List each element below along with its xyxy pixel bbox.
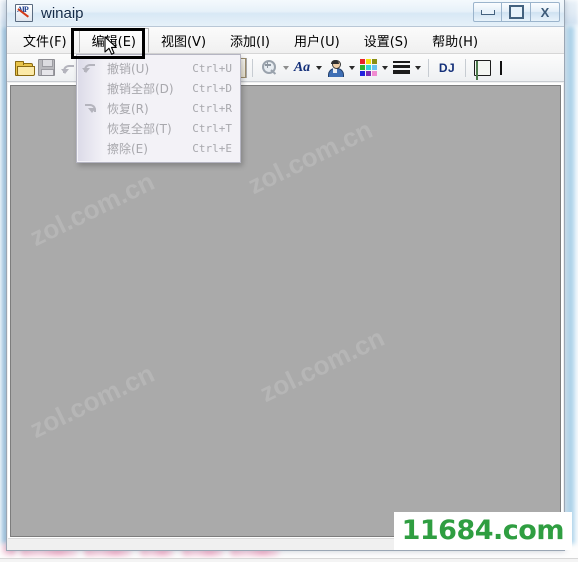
minimize-icon bbox=[480, 9, 495, 15]
menu-item-redo[interactable]: 恢复(R) Ctrl+R bbox=[77, 98, 240, 118]
chevron-down-icon bbox=[315, 65, 322, 70]
color-swatch-4 bbox=[365, 65, 371, 70]
menu-view[interactable]: 视图(V) bbox=[149, 27, 218, 53]
menu-item-shortcut: Ctrl+U bbox=[192, 61, 232, 75]
line-thickness-button[interactable] bbox=[390, 57, 412, 79]
menu-edit[interactable]: 编辑(E) bbox=[78, 28, 149, 53]
menu-item-shortcut: Ctrl+E bbox=[192, 141, 232, 155]
color-picker-button[interactable] bbox=[357, 57, 379, 79]
menu-item-label: 恢复全部(T) bbox=[107, 121, 172, 136]
toolbar-separator-3 bbox=[428, 58, 429, 77]
font-aa-icon: Aa bbox=[293, 59, 311, 75]
stamp-person-button[interactable] bbox=[324, 57, 346, 79]
menu-add-label: 添加(I) bbox=[230, 34, 271, 50]
chevron-down-icon bbox=[348, 65, 355, 70]
line-thickness-icon bbox=[392, 61, 410, 74]
menu-file-label: 文件(F) bbox=[23, 34, 67, 50]
menu-item-label: 恢复(R) bbox=[107, 101, 149, 116]
menu-item-erase[interactable]: 擦除(E) Ctrl+E bbox=[77, 138, 240, 158]
color-swatch-5 bbox=[371, 65, 377, 70]
color-swatch-7 bbox=[365, 71, 371, 76]
menu-item-undo-all[interactable]: 撤销全部(D) Ctrl+D bbox=[77, 78, 240, 98]
open-folder-icon bbox=[15, 60, 35, 76]
edit-dropdown-menu: 撤销(U) Ctrl+U 撤销全部(D) Ctrl+D 恢复(R) Ctrl+R… bbox=[76, 54, 241, 163]
color-swatch-6 bbox=[359, 71, 365, 76]
zoom-magnifier-icon bbox=[261, 60, 277, 75]
menu-user[interactable]: 用户(U) bbox=[282, 27, 352, 53]
person-icon bbox=[327, 59, 344, 77]
text-cursor-icon bbox=[500, 60, 502, 75]
color-swatch-8 bbox=[371, 71, 377, 76]
menu-add[interactable]: 添加(I) bbox=[218, 27, 282, 53]
menu-user-label: 用户(U) bbox=[294, 34, 340, 50]
title-bar-blur-region bbox=[157, 0, 454, 26]
maximize-icon bbox=[508, 5, 524, 19]
winaip-app-icon: AIP bbox=[15, 4, 33, 22]
canvas-watermark: zol.com.cn bbox=[255, 322, 389, 408]
color-swatch-1 bbox=[365, 59, 371, 64]
open-file-button[interactable] bbox=[13, 57, 35, 79]
toolbar-separator-2 bbox=[252, 58, 253, 77]
font-tool-button[interactable]: Aa bbox=[291, 57, 313, 79]
canvas-watermark: zol.com.cn bbox=[25, 358, 159, 444]
color-swatch-0 bbox=[359, 59, 365, 64]
menu-item-shortcut: Ctrl+D bbox=[192, 81, 232, 95]
application-window: AIP winaip X 文件(F) 编辑(E) 视图(V) 添加(I) 用户(… bbox=[6, 0, 565, 551]
zoom-dropdown-button[interactable] bbox=[280, 57, 291, 79]
site-watermark-text: 11684.com bbox=[401, 515, 565, 546]
person-dropdown-button[interactable] bbox=[346, 57, 357, 79]
title-bar[interactable]: AIP winaip X bbox=[7, 0, 564, 27]
dj-label: DJ bbox=[438, 60, 456, 75]
color-swatch-3 bbox=[359, 65, 365, 70]
site-watermark: 11684.com bbox=[393, 512, 572, 550]
menu-settings[interactable]: 设置(S) bbox=[352, 27, 420, 53]
window-controls: X bbox=[473, 2, 560, 22]
document-properties-icon bbox=[473, 59, 491, 80]
undo-arrow-icon bbox=[82, 61, 97, 75]
chevron-down-icon bbox=[381, 65, 388, 70]
close-icon: X bbox=[540, 4, 550, 20]
undo-arrow-icon bbox=[61, 62, 75, 74]
menu-help-label: 帮助(H) bbox=[432, 34, 479, 50]
color-swatch-2 bbox=[371, 59, 377, 64]
zoom-tool-button[interactable] bbox=[258, 57, 280, 79]
chevron-down-icon bbox=[414, 65, 421, 70]
menu-file[interactable]: 文件(F) bbox=[11, 27, 79, 53]
save-floppy-icon bbox=[37, 59, 55, 76]
color-palette-icon bbox=[359, 59, 377, 76]
line-dropdown-button[interactable] bbox=[412, 57, 423, 79]
menu-item-shortcut: Ctrl+T bbox=[192, 121, 232, 135]
dj-tool-button[interactable]: DJ bbox=[434, 57, 460, 79]
document-properties-button[interactable] bbox=[471, 57, 493, 80]
toolbar-separator-4 bbox=[465, 58, 466, 77]
chevron-down-icon bbox=[282, 65, 289, 70]
canvas-watermark: zol.com.cn bbox=[25, 166, 159, 252]
menu-item-shortcut: Ctrl+R bbox=[192, 101, 232, 115]
minimize-button[interactable] bbox=[473, 2, 502, 22]
desktop-bottom-divider bbox=[0, 558, 578, 562]
menu-item-redo-all[interactable]: 恢复全部(T) Ctrl+T bbox=[77, 118, 240, 138]
menu-item-label: 撤销全部(D) bbox=[107, 81, 174, 96]
menu-settings-label: 设置(S) bbox=[363, 34, 409, 50]
maximize-restore-button[interactable] bbox=[502, 2, 531, 22]
menu-help[interactable]: 帮助(H) bbox=[420, 27, 490, 53]
redo-arrow-icon bbox=[82, 101, 97, 115]
close-button[interactable]: X bbox=[531, 2, 560, 22]
canvas-watermark: zol.com.cn bbox=[243, 114, 377, 200]
menu-bar: 文件(F) 编辑(E) 视图(V) 添加(I) 用户(U) 设置(S) 帮助(H… bbox=[7, 27, 564, 54]
save-file-button[interactable] bbox=[35, 57, 57, 79]
font-dropdown-button[interactable] bbox=[313, 57, 324, 79]
menu-view-label: 视图(V) bbox=[160, 34, 207, 50]
menu-item-label: 撤销(U) bbox=[107, 61, 150, 76]
menu-item-label: 擦除(E) bbox=[107, 141, 148, 156]
menu-edit-label: 编辑(E) bbox=[91, 35, 136, 50]
color-dropdown-button[interactable] bbox=[379, 57, 390, 79]
menu-item-undo[interactable]: 撤销(U) Ctrl+U bbox=[77, 58, 240, 78]
window-title: winaip bbox=[41, 4, 84, 22]
